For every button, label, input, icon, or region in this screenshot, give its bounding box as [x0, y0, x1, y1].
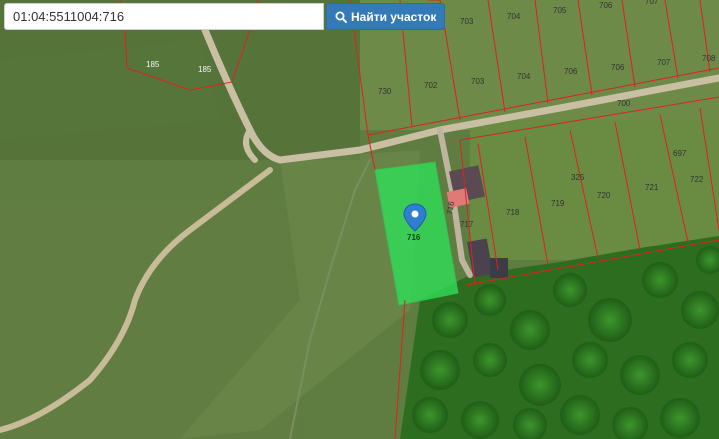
- plot-label: 697: [673, 149, 687, 158]
- plot-label: 718: [506, 208, 520, 217]
- plot-label: 706: [611, 63, 625, 72]
- plot-label: 705: [553, 6, 567, 15]
- selected-parcel-label: 716: [407, 233, 421, 242]
- plot-label: 704: [517, 72, 531, 81]
- search-bar: Найти участок: [4, 3, 446, 30]
- plot-label: 703: [471, 77, 485, 86]
- map-canvas[interactable]: 185 185 703 704 705 706 707 730 702 703 …: [0, 0, 719, 439]
- plot-label: 707: [645, 0, 659, 6]
- plot-label: 185: [198, 65, 212, 74]
- plot-label: 707: [657, 58, 671, 67]
- find-parcel-button[interactable]: Найти участок: [326, 3, 446, 30]
- find-parcel-button-label: Найти участок: [351, 9, 437, 24]
- plot-label: 706: [564, 67, 578, 76]
- plot-label: 722: [690, 175, 704, 184]
- field-east: [470, 120, 719, 260]
- plot-label: 721: [645, 183, 659, 192]
- plot-label: 720: [597, 191, 611, 200]
- plot-label: 185: [146, 60, 160, 69]
- plot-label: 703: [460, 17, 474, 26]
- plot-label: 708: [702, 54, 716, 63]
- search-input[interactable]: [4, 3, 324, 30]
- plot-label: 702: [424, 81, 438, 90]
- plot-label: 700: [617, 99, 631, 108]
- plot-label: 730: [378, 87, 392, 96]
- plot-label: 719: [551, 199, 565, 208]
- plot-label: 704: [507, 12, 521, 21]
- plot-label: 706: [599, 1, 613, 10]
- plot-label: 717: [460, 220, 474, 229]
- plot-label: 325: [571, 173, 585, 182]
- search-icon: [335, 11, 347, 23]
